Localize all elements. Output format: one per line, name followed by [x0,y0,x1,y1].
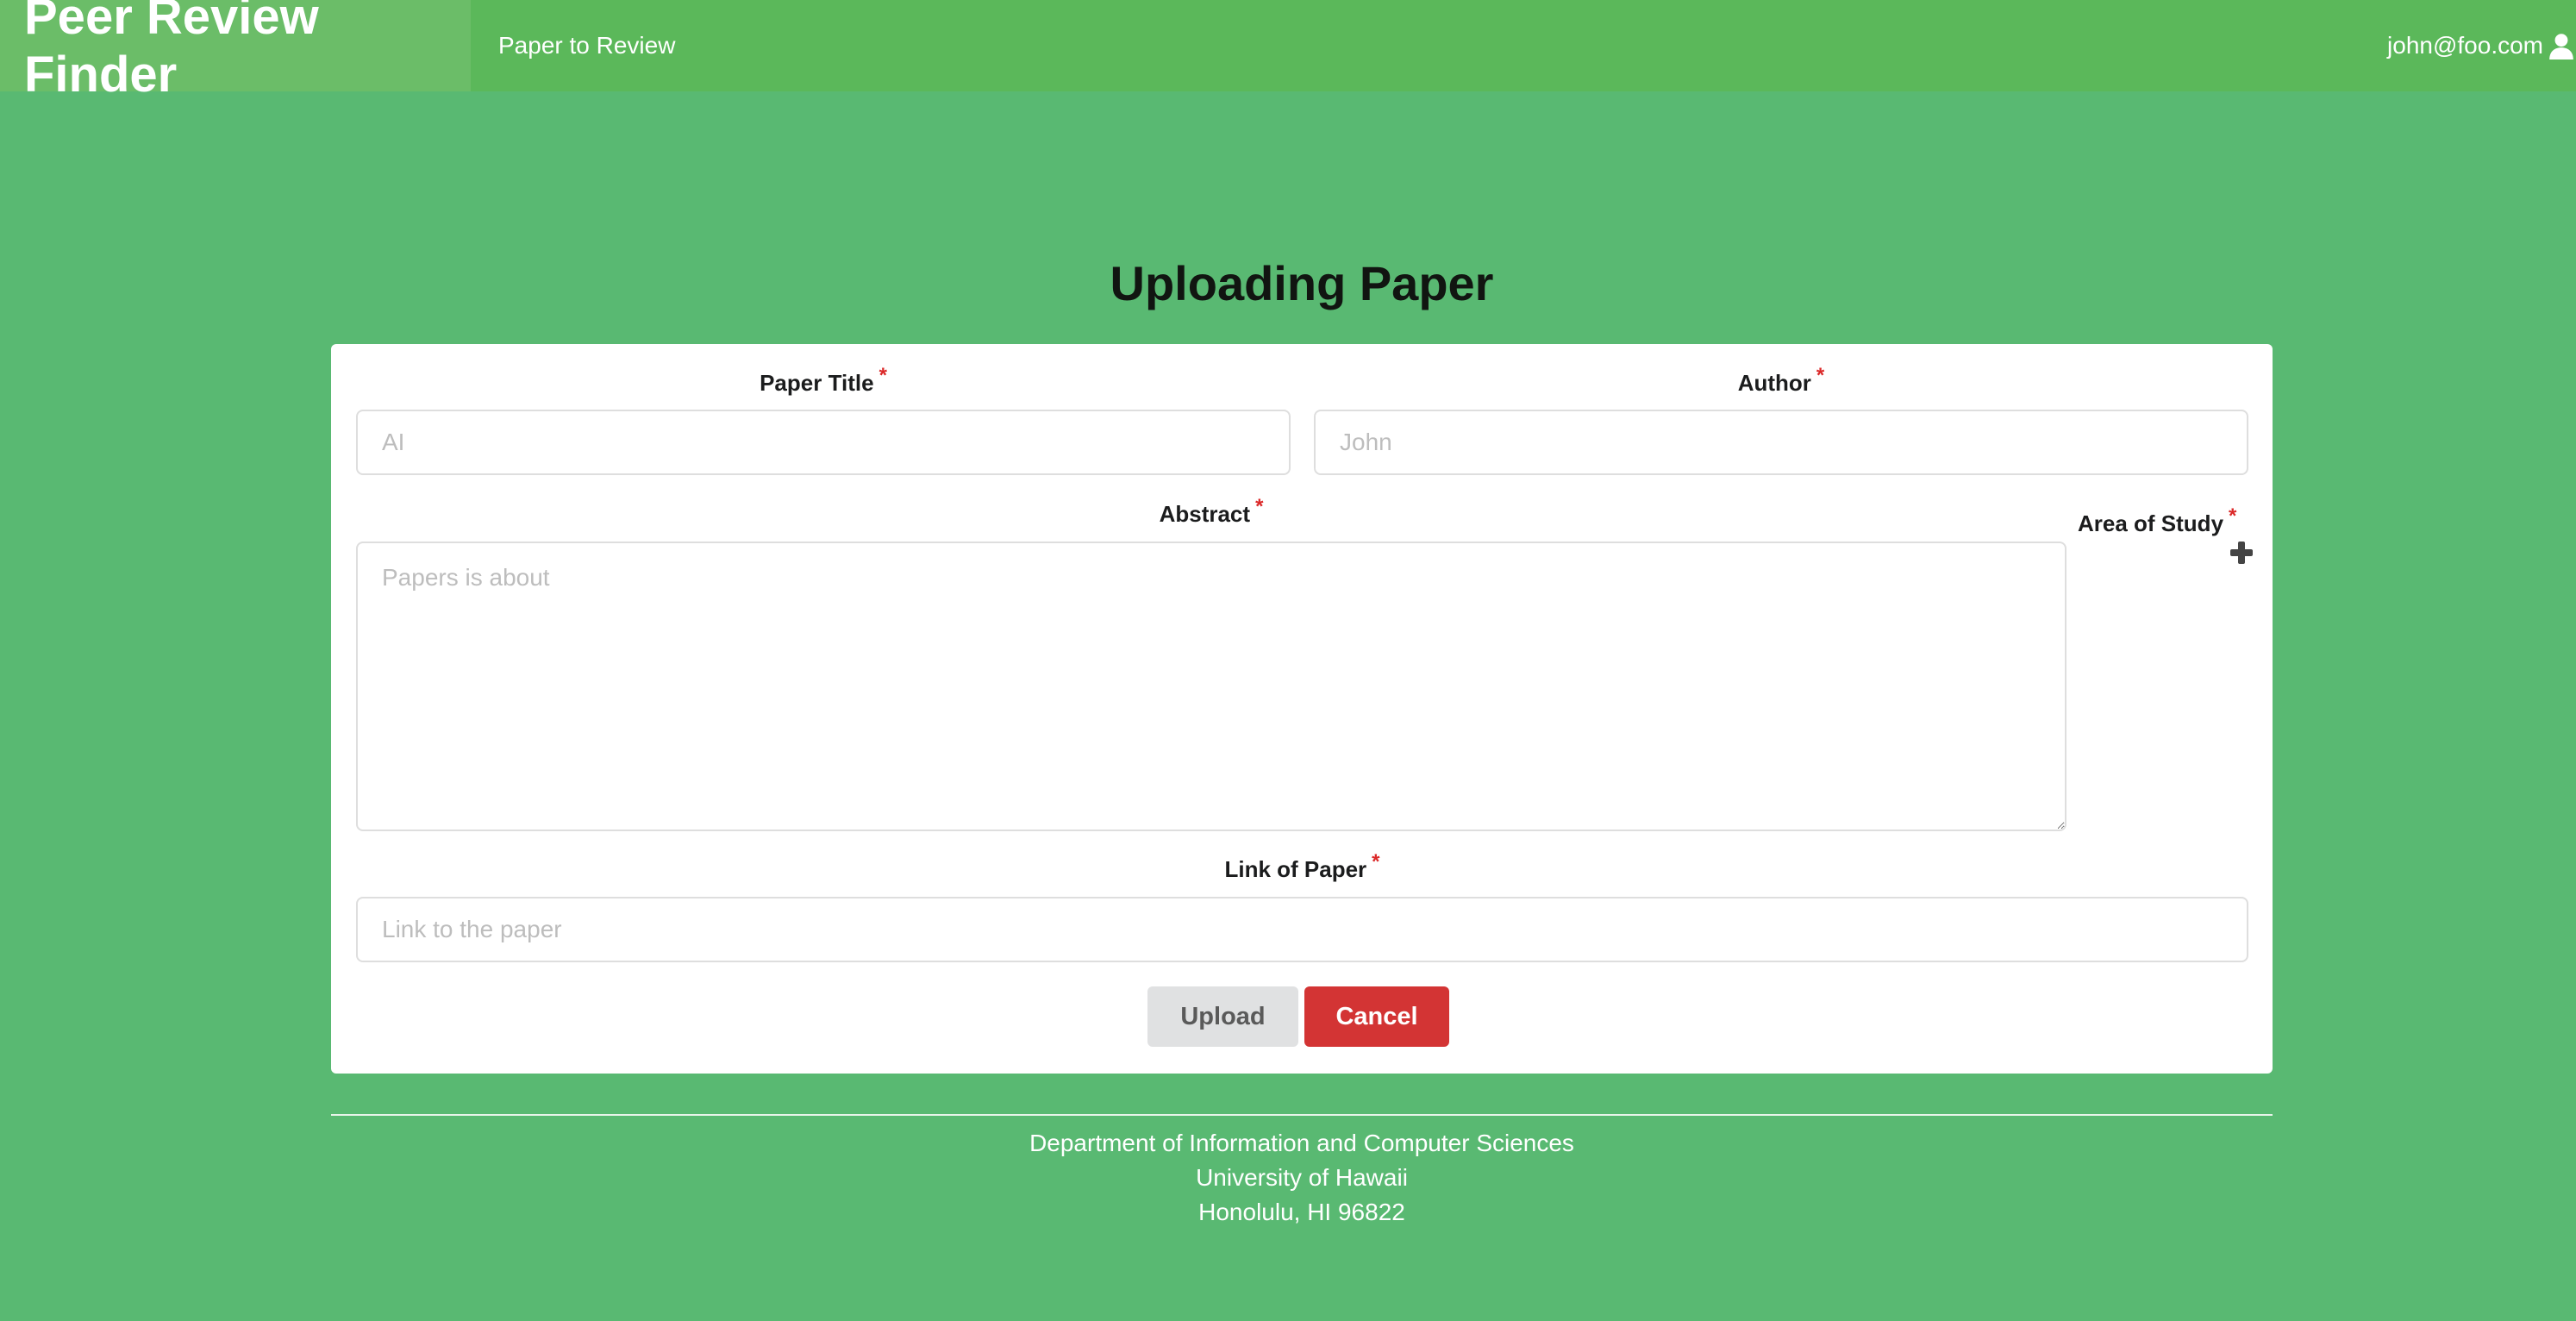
page-title: Uploading Paper [1110,256,1494,310]
footer-address: Honolulu, HI 96822 [1198,1199,1405,1225]
footer-department: Department of Information and Computer S… [1029,1130,1574,1156]
brand-logo[interactable]: Peer Review Finder [0,0,471,103]
abstract-label: Abstract * [1159,495,1264,527]
footer-university: University of Hawaii [1196,1164,1408,1191]
footer: Department of Information and Computer S… [0,1126,2576,1230]
author-input[interactable] [1314,410,2248,475]
author-label: Author * [1737,364,1825,396]
user-email: john@foo.com [2387,32,2543,59]
paper-link-input[interactable] [356,897,2248,962]
required-mark: * [1372,850,1380,873]
top-navbar: Peer Review Finder Paper to Review john@… [0,0,2576,103]
cancel-button[interactable]: Cancel [1304,986,1449,1047]
required-mark: * [878,364,887,387]
abstract-textarea[interactable] [356,542,2066,831]
user-icon [2549,34,2573,59]
required-mark: * [1816,364,1825,387]
upload-form: Paper Title* Author* Abstract* Area of S… [331,344,2273,1074]
footer-divider [331,1114,2273,1116]
area-of-study-label: Area of Study * [2078,504,2237,536]
required-mark: * [1255,495,1264,518]
upload-button[interactable]: Upload [1147,986,1298,1047]
plus-icon[interactable] [2230,542,2253,564]
link-of-paper-label: Link of Paper * [1224,850,1380,882]
user-menu[interactable]: john@foo.com [2387,0,2576,91]
paper-title-input[interactable] [356,410,1291,475]
required-mark: * [2229,504,2237,528]
nav-link-paper-to-review[interactable]: Paper to Review [498,32,675,59]
paper-title-label: Paper Title * [760,364,887,396]
